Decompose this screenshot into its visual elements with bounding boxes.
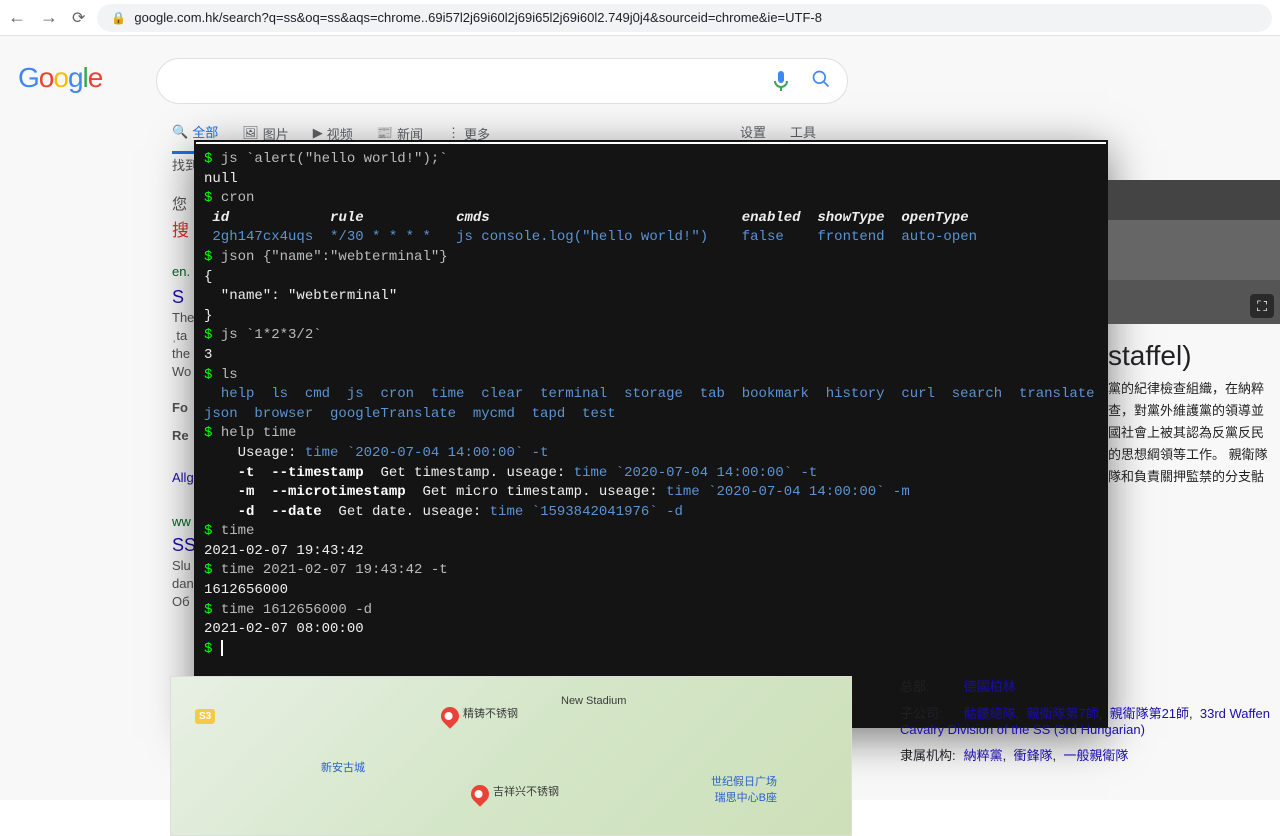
terminal-line: $ js `1*2*3/2` bbox=[204, 326, 1098, 346]
url-input[interactable] bbox=[134, 10, 1258, 25]
map-label: 精铸不锈钢 bbox=[463, 705, 518, 721]
map-pin-icon[interactable] bbox=[437, 703, 462, 728]
video-tab-icon: ▶ bbox=[313, 125, 323, 141]
bg-text: ww bbox=[172, 512, 191, 532]
kp-fact-link[interactable]: 一般親衛隊 bbox=[1063, 748, 1128, 763]
terminal-line: $ help time bbox=[204, 424, 1098, 444]
kp-title: staffel) bbox=[1108, 340, 1280, 372]
terminal-table-header: id rule cmds enabled showType openType bbox=[204, 209, 1098, 229]
bg-text: SS bbox=[172, 532, 196, 559]
search-input[interactable] bbox=[173, 72, 769, 90]
terminal-line: $ time 2021-02-07 19:43:42 -t bbox=[204, 561, 1098, 581]
terminal-table-row: 2gh147cx4uqs */30 * * * * js console.log… bbox=[204, 228, 1098, 248]
url-bar[interactable]: 🔒 bbox=[97, 4, 1272, 32]
bg-text: Fo bbox=[172, 398, 188, 418]
lock-icon: 🔒 bbox=[111, 11, 126, 25]
kp-fact-link[interactable]: 骷髏總隊 bbox=[964, 706, 1016, 721]
kp-image[interactable]: ⛶ bbox=[1108, 180, 1280, 324]
news-tab-icon: 📰 bbox=[377, 125, 393, 141]
kp-fact-link[interactable]: 納粹黨 bbox=[964, 748, 1003, 763]
terminal-window[interactable]: $ js `alert("hello world!");` null $ cro… bbox=[194, 140, 1108, 728]
kp-fact-row: 子公司: 骷髏總隊, 親衛隊第7師, 親衛隊第21師, 33rd Waffen … bbox=[900, 703, 1270, 737]
terminal-help-line: -t --timestamp Get timestamp. useage: ti… bbox=[204, 464, 1098, 484]
map-label: 新安古城 bbox=[321, 759, 365, 775]
terminal-help-line: Useage: time `2020-07-04 14:00:00` -t bbox=[204, 444, 1098, 464]
kp-fact-link[interactable]: 親衛隊第21師 bbox=[1110, 706, 1189, 721]
terminal-output: { bbox=[204, 268, 1098, 288]
bg-text: S bbox=[172, 284, 184, 311]
kp-fact-row: 总部: 德國柏林 bbox=[900, 676, 1270, 695]
bg-text: 您 bbox=[172, 194, 187, 217]
kp-description: 黨的紀律檢查組織，在納粹 查，對黨外維護黨的領導並 國社會上被其認為反黨反民 的… bbox=[1108, 378, 1280, 488]
terminal-cursor bbox=[221, 640, 223, 656]
bg-text: Slu bbox=[172, 556, 191, 576]
terminal-line: $ ls bbox=[204, 366, 1098, 386]
kp-fact-label: 子公司: bbox=[900, 703, 960, 722]
mic-icon[interactable] bbox=[769, 69, 793, 93]
map-label: 吉祥兴不锈钢 bbox=[493, 783, 559, 799]
terminal-line: $ cron bbox=[204, 189, 1098, 209]
browser-address-bar: ← → ⟳ 🔒 bbox=[0, 0, 1280, 36]
terminal-output: } bbox=[204, 307, 1098, 327]
more-tab-icon: ⋮ bbox=[447, 125, 460, 141]
bg-text: Allg bbox=[172, 468, 194, 488]
forward-button[interactable]: → bbox=[40, 7, 58, 28]
map-label: 世纪假日广场 瑞思中心B座 bbox=[711, 773, 777, 805]
kp-fact-link[interactable]: 衝鋒隊 bbox=[1013, 748, 1052, 763]
bg-text: en. bbox=[172, 262, 190, 282]
kp-fact-label: 隶属机构: bbox=[900, 745, 960, 764]
terminal-line: $ time bbox=[204, 522, 1098, 542]
terminal-help-line: -d --date Get date. useage: time `159384… bbox=[204, 503, 1098, 523]
kp-fact-link[interactable]: 33rd Waffen bbox=[1200, 706, 1270, 721]
page-body: Google 🔍全部 🖼图片 ▶视频 📰新闻 ⋮更多 设置 工具 找到 您 搜 … bbox=[0, 36, 1280, 800]
bg-text: dan bbox=[172, 574, 194, 594]
bg-text: ˌta bbox=[172, 326, 187, 346]
terminal-prompt-line[interactable]: $ bbox=[204, 640, 1098, 660]
map-pin-icon[interactable] bbox=[467, 781, 492, 806]
terminal-output: "name": "webterminal" bbox=[204, 287, 1098, 307]
map-label: New Stadium bbox=[561, 695, 626, 707]
bg-text: 搜 bbox=[172, 218, 189, 244]
terminal-output: null bbox=[204, 170, 1098, 190]
expand-icon[interactable]: ⛶ bbox=[1250, 294, 1274, 318]
terminal-output-ls: help ls cmd js cron time clear terminal … bbox=[204, 385, 1098, 424]
kp-fact-link[interactable]: Cavalry Division of the SS (3rd Hungaria… bbox=[900, 722, 1145, 737]
kp-fact-link[interactable]: 親衛隊第7師 bbox=[1026, 706, 1098, 721]
terminal-scrollbar-top[interactable] bbox=[196, 142, 1106, 144]
terminal-help-line: -m --microtimestamp Get micro timestamp.… bbox=[204, 483, 1098, 503]
kp-fact-label: 总部: bbox=[900, 676, 960, 695]
search-box[interactable] bbox=[156, 58, 848, 104]
tools-link[interactable]: 工具 bbox=[790, 122, 816, 141]
kp-fact-link[interactable]: 德國柏林 bbox=[964, 679, 1016, 694]
terminal-output: 2021-02-07 08:00:00 bbox=[204, 620, 1098, 640]
bg-text: the bbox=[172, 344, 190, 364]
bg-text: Wo bbox=[172, 362, 191, 382]
bg-text: Об bbox=[172, 592, 190, 612]
kp-fact-row: 隶属机构: 納粹黨, 衝鋒隊, 一般親衛隊 bbox=[900, 745, 1270, 764]
road-badge: S3 bbox=[195, 709, 215, 724]
terminal-line: $ js `alert("hello world!");` bbox=[204, 150, 1098, 170]
terminal-output: 1612656000 bbox=[204, 581, 1098, 601]
image-tab-icon: 🖼 bbox=[242, 125, 259, 141]
kp-facts: 总部: 德國柏林 子公司: 骷髏總隊, 親衛隊第7師, 親衛隊第21師, 33r… bbox=[900, 676, 1270, 772]
back-button[interactable]: ← bbox=[8, 7, 26, 28]
map-widget[interactable]: S3 精铸不锈钢 吉祥兴不锈钢 新安古城 New Stadium 世纪假日广场 … bbox=[170, 676, 852, 836]
nav-arrows: ← → ⟳ bbox=[8, 7, 85, 28]
terminal-output: 2021-02-07 19:43:42 bbox=[204, 542, 1098, 562]
reload-button[interactable]: ⟳ bbox=[72, 8, 85, 28]
terminal-output: 3 bbox=[204, 346, 1098, 366]
terminal-line: $ time 1612656000 -d bbox=[204, 601, 1098, 621]
bg-text: Re bbox=[172, 426, 189, 446]
search-tools: 设置 工具 bbox=[740, 122, 816, 141]
search-tab-icon: 🔍 bbox=[172, 124, 188, 140]
google-logo[interactable]: Google bbox=[18, 62, 102, 94]
settings-link[interactable]: 设置 bbox=[740, 122, 766, 141]
knowledge-panel: ⛶ staffel) 黨的紀律檢查組織，在納粹 查，對黨外維護黨的領導並 國社會… bbox=[1108, 180, 1280, 488]
terminal-line: $ json {"name":"webterminal"} bbox=[204, 248, 1098, 268]
bg-text: The bbox=[172, 308, 194, 328]
search-icon[interactable] bbox=[811, 69, 831, 94]
